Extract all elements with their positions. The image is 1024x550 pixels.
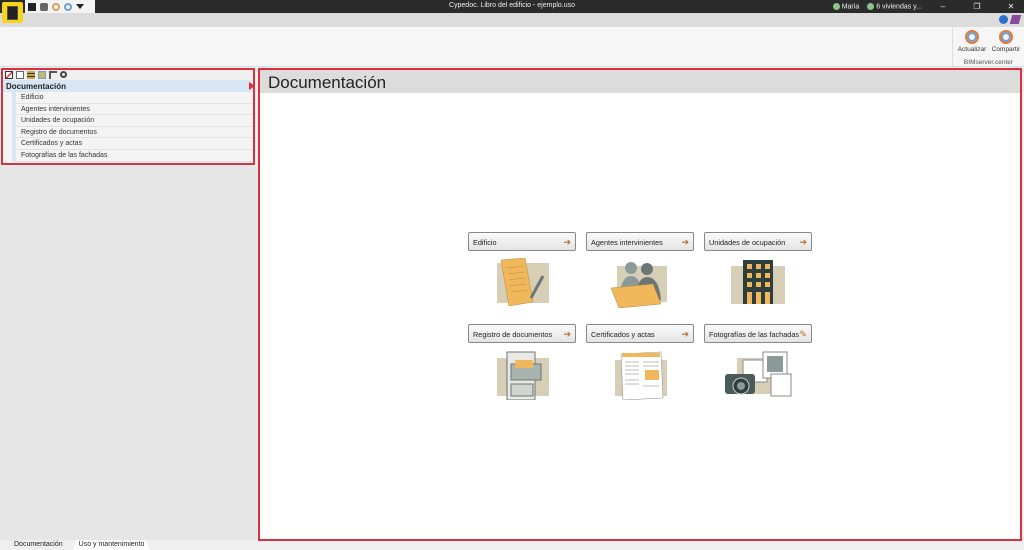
arrow-right-icon: ➔: [681, 237, 689, 247]
minimize-button[interactable]: –: [930, 2, 956, 11]
main-panel: Documentación Edificio ➔ Agentes intervin…: [258, 68, 1022, 541]
delete-icon[interactable]: [5, 71, 13, 79]
user-label[interactable]: Maria: [832, 2, 860, 11]
fotografias-button[interactable]: Fotografías de las fachadas ✎: [704, 324, 812, 343]
update-label: Actualizar: [957, 46, 987, 53]
card-edificio: Edificio ➔: [468, 232, 576, 308]
ribbon: Actualizar Compartir BIMserver.center: [0, 27, 1024, 67]
restore-button[interactable]: ❐: [964, 2, 990, 11]
user-name: Maria: [841, 3, 860, 11]
card-certificados: Certificados y actas ➔: [586, 324, 694, 400]
camera-photos-illustration: [725, 351, 792, 397]
tree-item-unidades[interactable]: Unidades de ocupación: [12, 115, 253, 127]
agentes-button[interactable]: Agentes intervinientes ➔: [586, 232, 694, 251]
tab-documentacion[interactable]: Documentación: [8, 540, 69, 550]
arrow-right-icon: ➔: [563, 329, 571, 339]
edificio-button[interactable]: Edificio ➔: [468, 232, 576, 251]
card-label: Agentes intervinientes: [591, 238, 663, 247]
arrow-right-icon: ➔: [799, 237, 807, 247]
registro-button[interactable]: Registro de documentos ➔: [468, 324, 576, 343]
group-label: BIMserver.center: [963, 59, 1014, 66]
sidebar-background: [0, 166, 257, 540]
project-name: 6 viviendas y...: [876, 3, 922, 11]
certificates-illustration: [615, 351, 667, 400]
card-fotografias: Fotografías de las fachadas ✎: [704, 324, 812, 400]
unidades-button[interactable]: Unidades de ocupación ➔: [704, 232, 812, 251]
app-logo[interactable]: [2, 2, 23, 23]
tree-toolbar: [3, 70, 253, 80]
tree-item-edificio[interactable]: Edificio: [12, 92, 253, 104]
card-label: Unidades de ocupación: [709, 238, 786, 247]
title-bar: Cypedoc. Libro del edificio - ejemplo.us…: [0, 0, 1024, 13]
share-label: Compartir: [991, 46, 1021, 53]
tree-item-registro[interactable]: Registro de documentos: [12, 126, 253, 139]
pencil-icon: ✎: [799, 329, 807, 339]
card-label: Certificados y actas: [591, 330, 655, 339]
book-icon[interactable]: [1009, 15, 1022, 24]
update-icon: [965, 30, 979, 44]
card-icon[interactable]: [38, 71, 46, 79]
user-icon: [832, 2, 840, 10]
update-button[interactable]: Actualizar: [955, 30, 989, 53]
card-label: Registro de documentos: [473, 330, 553, 339]
project-label[interactable]: 6 viviendas y...: [867, 2, 922, 11]
sidebar-tree: Documentación Edificio Agentes intervini…: [1, 68, 255, 165]
ribbon-tab-row: [0, 13, 1024, 27]
bimserver-group: Actualizar Compartir BIMserver.center: [952, 27, 1024, 67]
card-label: Edificio: [473, 238, 497, 247]
card-label: Fotografías de las fachadas: [709, 330, 800, 339]
project-icon: [867, 2, 875, 10]
tree-root-label: Documentación: [6, 82, 67, 91]
tree-root-documentacion[interactable]: Documentación: [3, 80, 255, 92]
card-unidades: Unidades de ocupación ➔: [704, 232, 812, 308]
move-up-icon[interactable]: [49, 71, 57, 79]
page-title: Documentación: [260, 70, 1020, 93]
collapse-arrow-icon[interactable]: [249, 82, 255, 90]
help-icon[interactable]: [999, 15, 1008, 24]
share-button[interactable]: Compartir: [989, 30, 1023, 53]
tree-item-fotografias[interactable]: Fotografías de las fachadas: [12, 149, 253, 162]
building-illustration: [731, 260, 785, 304]
list-icon[interactable]: [27, 71, 35, 79]
close-button[interactable]: ✕: [998, 2, 1024, 11]
share-icon: [999, 30, 1013, 44]
arrow-right-icon: ➔: [681, 329, 689, 339]
card-registro: Registro de documentos ➔: [468, 324, 576, 400]
footer-tabs: Documentación Uso y mantenimiento: [0, 540, 300, 550]
tab-uso-mantenimiento[interactable]: Uso y mantenimiento: [72, 540, 151, 550]
card-agentes: Agentes intervinientes ➔: [586, 232, 694, 308]
certificados-button[interactable]: Certificados y actas ➔: [586, 324, 694, 343]
new-document-icon[interactable]: [16, 71, 24, 79]
agents-illustration: [610, 262, 667, 308]
tree-item-agentes[interactable]: Agentes intervinientes: [12, 103, 253, 116]
filing-cabinet-illustration: [497, 351, 549, 400]
document-pen-illustration: [497, 258, 549, 307]
tree-item-certificados[interactable]: Certificados y actas: [12, 138, 253, 150]
arrow-right-icon: ➔: [563, 237, 571, 247]
search-icon[interactable]: [60, 71, 67, 78]
